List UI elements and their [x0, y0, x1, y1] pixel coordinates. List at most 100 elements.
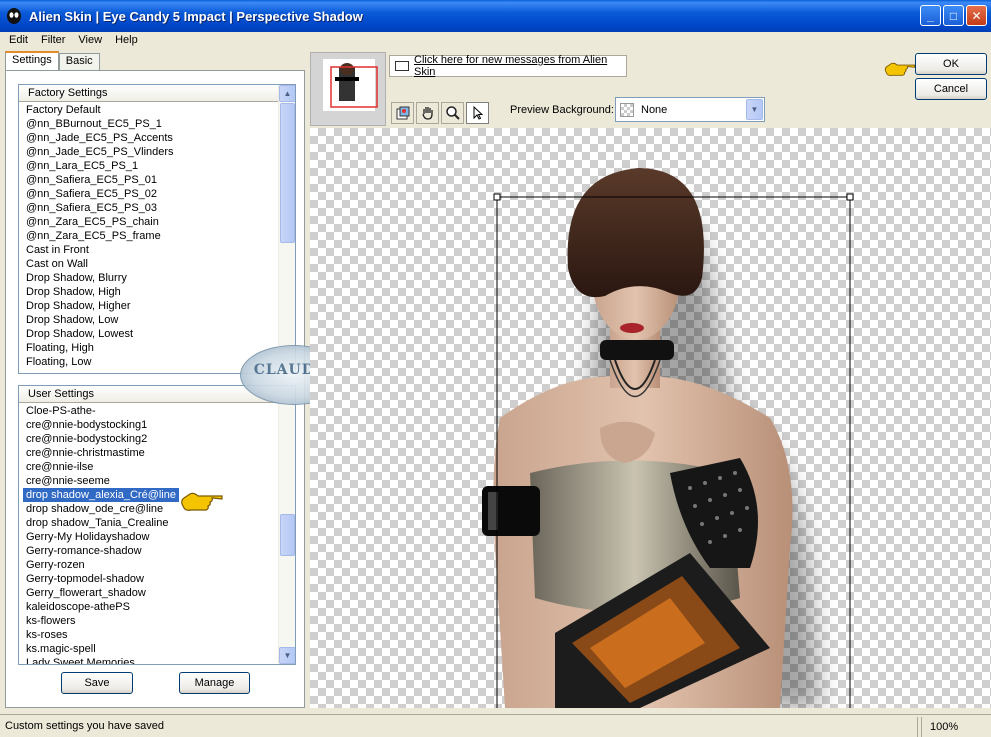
list-item[interactable]: @nn_Jade_EC5_PS_Accents: [19, 131, 277, 145]
list-item[interactable]: Gerry-romance-shadow: [19, 544, 277, 558]
list-item[interactable]: Gerry-topmodel-shadow: [19, 572, 277, 586]
maximize-button[interactable]: □: [943, 5, 964, 26]
scroll-up-button[interactable]: ▲: [279, 85, 295, 102]
user-settings-items: Cloe-PS-athe-cre@nnie-bodystocking1 cre@n…: [19, 404, 277, 664]
list-row: cre@nnie-bodystocking2: [19, 432, 277, 446]
close-button[interactable]: ✕: [966, 5, 987, 26]
list-item[interactable]: Gerry-My Holidayshadow: [19, 530, 277, 544]
list-item[interactable]: ks-flowers: [19, 614, 277, 628]
user-scroll-thumb[interactable]: [280, 514, 295, 556]
tab-basic[interactable]: Basic: [58, 53, 100, 70]
list-item[interactable]: Cast on Wall: [19, 257, 277, 271]
list-item[interactable]: Lady Sweet Memories: [19, 656, 277, 664]
list-row: ks-flowers: [19, 614, 277, 628]
list-row: Cloe-PS-athe-: [19, 404, 277, 418]
message-icon: [395, 61, 409, 71]
list-row: Gerry_flowerart_shadow: [19, 586, 277, 600]
list-item[interactable]: ks.magic-spell: [19, 642, 277, 656]
alien-skin-app-icon: [7, 8, 21, 24]
select-tool-button[interactable]: [466, 102, 489, 124]
list-item[interactable]: Floating, High: [19, 341, 277, 355]
ok-button[interactable]: OK: [915, 53, 987, 75]
toggle-preview-button[interactable]: [391, 102, 414, 124]
minimize-button[interactable]: _: [920, 5, 941, 26]
menu-filter[interactable]: Filter: [33, 34, 70, 46]
status-text: Custom settings you have saved: [5, 720, 164, 732]
list-row: Floating, Low: [19, 355, 277, 369]
list-item[interactable]: drop shadow_Tania_Crealine: [19, 516, 277, 530]
preview-background-label: Preview Background:: [510, 104, 614, 116]
messages-link-text: Click here for new messages from Alien S…: [414, 54, 608, 78]
list-row: kaleidoscope-athePS: [19, 600, 277, 614]
preview-background-select[interactable]: None ▼: [615, 97, 765, 122]
list-item[interactable]: Drop Shadow, High: [19, 285, 277, 299]
messages-link[interactable]: Click here for new messages from Alien S…: [389, 54, 627, 78]
list-row: cre@nnie-seeme: [19, 474, 277, 488]
menu-help[interactable]: Help: [107, 34, 143, 46]
list-row: cre@nnie-ilse: [19, 460, 277, 474]
factory-settings-items: Factory Default @nn_BBurnout_EC5_PS_1 @nn_…: [19, 103, 277, 373]
menu-edit[interactable]: Edit: [0, 34, 33, 46]
list-item[interactable]: cre@nnie-seeme: [19, 474, 277, 488]
tab-settings[interactable]: Settings: [5, 51, 59, 70]
list-item[interactable]: cre@nnie-bodystocking1: [19, 418, 277, 432]
list-item[interactable]: Cast in Front: [19, 243, 277, 257]
window-title: Alien Skin | Eye Candy 5 Impact | Perspe…: [29, 8, 363, 24]
list-item[interactable]: @nn_Zara_EC5_PS_chain: [19, 215, 277, 229]
list-item[interactable]: Factory Default: [19, 103, 277, 117]
list-item[interactable]: Drop Shadow, Higher: [19, 299, 277, 313]
list-item[interactable]: cre@nnie-ilse: [19, 460, 277, 474]
preview-canvas[interactable]: [310, 128, 991, 708]
list-item[interactable]: @nn_Safiera_EC5_PS_01: [19, 173, 277, 187]
list-row: Drop Shadow, Blurry: [19, 271, 277, 285]
model-figure: [482, 168, 793, 708]
list-row: ks-roses: [19, 628, 277, 642]
chevron-down-icon[interactable]: ▼: [746, 99, 763, 120]
zoom-tool-button[interactable]: [441, 102, 464, 124]
list-row: Gerry-topmodel-shadow: [19, 572, 277, 586]
list-item[interactable]: Gerry_flowerart_shadow: [19, 586, 277, 600]
scroll-down-button[interactable]: ▼: [279, 647, 295, 664]
user-settings-list[interactable]: User Settings Cloe-PS-athe-cre@nnie-body…: [18, 385, 296, 665]
list-item[interactable]: ks-roses: [19, 628, 277, 642]
factory-settings-header: Factory Settings: [19, 85, 295, 102]
list-row: Gerry-romance-shadow: [19, 544, 277, 558]
list-item[interactable]: @nn_Zara_EC5_PS_frame: [19, 229, 277, 243]
list-item[interactable]: Drop Shadow, Lowest: [19, 327, 277, 341]
pan-tool-button[interactable]: [416, 102, 439, 124]
save-button[interactable]: Save: [61, 672, 133, 694]
user-settings-scrollbar[interactable]: ▼: [278, 386, 295, 664]
list-item[interactable]: Cloe-PS-athe-: [19, 404, 277, 418]
list-item[interactable]: cre@nnie-christmastime: [19, 446, 277, 460]
scroll-up-icon: ▲: [283, 89, 292, 98]
factory-settings-scrollbar[interactable]: ▲: [278, 85, 295, 373]
preview-image: [482, 168, 854, 708]
list-item[interactable]: kaleidoscope-athePS: [19, 600, 277, 614]
menu-view[interactable]: View: [70, 34, 107, 46]
list-item[interactable]: @nn_Safiera_EC5_PS_02: [19, 187, 277, 201]
title-bar[interactable]: Alien Skin | Eye Candy 5 Impact | Perspe…: [0, 0, 991, 32]
list-row: Drop Shadow, High: [19, 285, 277, 299]
scroll-down-icon: ▼: [283, 651, 292, 660]
list-row: @nn_Safiera_EC5_PS_02: [19, 187, 277, 201]
list-item[interactable]: @nn_BBurnout_EC5_PS_1: [19, 117, 277, 131]
list-item[interactable]: drop shadow_ode_cre@line: [19, 502, 277, 516]
preview-background-value: None: [641, 103, 668, 116]
list-item[interactable]: @nn_Safiera_EC5_PS_03: [19, 201, 277, 215]
list-item[interactable]: Gerry-rozen: [19, 558, 277, 572]
factory-settings-list[interactable]: Factory Settings Factory Default @nn_BBur…: [18, 84, 296, 374]
list-item[interactable]: Floating, Low: [19, 355, 277, 369]
list-item[interactable]: cre@nnie-bodystocking2: [19, 432, 277, 446]
list-row: @nn_Safiera_EC5_PS_03: [19, 201, 277, 215]
maximize-icon: □: [949, 8, 958, 23]
list-item[interactable]: Drop Shadow, Blurry: [19, 271, 277, 285]
factory-scroll-thumb[interactable]: [280, 103, 295, 243]
list-item[interactable]: @nn_Lara_EC5_PS_1: [19, 159, 277, 173]
list-row: @nn_Jade_EC5_PS_Accents: [19, 131, 277, 145]
navigator-thumbnail[interactable]: [310, 52, 386, 126]
list-item[interactable]: @nn_Jade_EC5_PS_Vlinders: [19, 145, 277, 159]
list-item[interactable]: drop shadow_alexia_Cré@line: [22, 487, 180, 503]
manage-button[interactable]: Manage: [179, 672, 250, 694]
list-item[interactable]: Drop Shadow, Low: [19, 313, 277, 327]
cancel-button[interactable]: Cancel: [915, 78, 987, 100]
